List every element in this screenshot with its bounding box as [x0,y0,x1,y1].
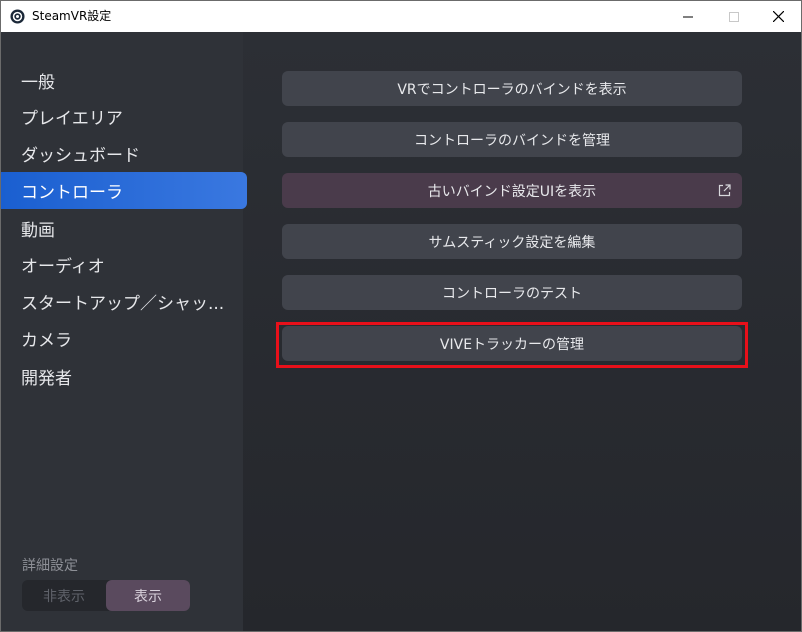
close-button[interactable] [755,1,801,32]
toggle-show-option[interactable]: 表示 [106,580,190,611]
sidebar-item-audio[interactable]: オーディオ [1,246,247,283]
highlight-box [276,322,748,368]
sidebar-item-controllers[interactable]: コントローラ [1,172,247,209]
button-label: 古いバインド設定UIを表示 [427,183,597,200]
sidebar-item-developer[interactable]: 開発者 [1,358,247,395]
settings-window: SteamVR設定 一般 プレイエリア ダッシュボード コントローラ 動画 オー… [0,0,802,632]
sidebar-item-general[interactable]: 一般 [1,62,247,99]
show-old-binding-ui-button[interactable]: 古いバインド設定UIを表示 [282,173,742,208]
close-icon [772,11,784,22]
sidebar-item-label: ダッシュボード [21,146,140,166]
manage-bindings-button[interactable]: コントローラのバインドを管理 [282,122,742,157]
title-bar: SteamVR設定 [1,1,801,32]
minimize-icon [683,16,693,17]
sidebar-item-video[interactable]: 動画 [1,210,247,247]
button-label: コントローラのテスト [442,285,582,302]
maximize-icon [729,11,739,22]
sidebar-item-label: プレイエリア [21,109,123,129]
button-label: サムスティック設定を編集 [428,234,596,251]
button-label: VRでコントローラのバインドを表示 [397,81,627,98]
minimize-button[interactable] [665,1,711,32]
toggle-hide-option[interactable]: 非表示 [22,580,106,611]
sidebar-item-startup-shutdown[interactable]: スタートアップ／シャッ... [1,283,247,320]
sidebar-item-camera[interactable]: カメラ [1,320,247,357]
sidebar-item-label: オーディオ [21,257,105,277]
external-link-icon [718,184,731,197]
sidebar-item-label: 一般 [21,73,55,93]
sidebar-item-play-area[interactable]: プレイエリア [1,98,247,135]
advanced-settings-toggle: 非表示 表示 [22,580,190,611]
button-label: コントローラのバインドを管理 [414,132,610,149]
maximize-button[interactable] [711,1,757,32]
window-title: SteamVR設定 [32,9,112,23]
show-vr-bindings-button[interactable]: VRでコントローラのバインドを表示 [282,71,742,106]
steamvr-app-icon [10,9,25,24]
sidebar-item-dashboard[interactable]: ダッシュボード [1,135,247,172]
sidebar-item-label: 開発者 [21,369,72,389]
sidebar-item-label: コントローラ [21,183,123,203]
edit-thumbstick-settings-button[interactable]: サムスティック設定を編集 [282,224,742,259]
sidebar-item-label: 動画 [21,221,55,241]
test-controller-button[interactable]: コントローラのテスト [282,275,742,310]
advanced-settings-label: 詳細設定 [22,558,78,574]
sidebar-item-label: カメラ [21,331,72,351]
sidebar-item-label: スタートアップ／シャッ... [21,294,225,314]
